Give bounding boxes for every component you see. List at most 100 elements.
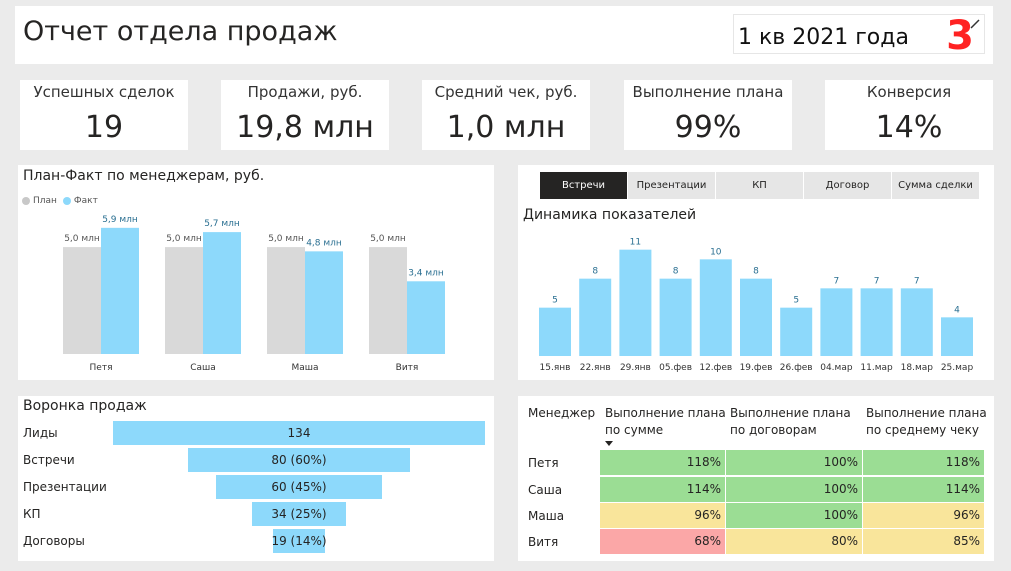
funnel-bar[interactable]: 60 (45%) <box>215 475 383 499</box>
fact-bar[interactable] <box>101 227 139 354</box>
funnel-bar[interactable]: 134 <box>113 421 485 445</box>
cell-by-sum: 114% <box>600 477 725 502</box>
kpi-label: Выполнение плана <box>632 83 784 101</box>
plan-bar[interactable] <box>63 247 101 354</box>
x-tick-label: 22.янв <box>580 363 611 373</box>
dynamics-bar[interactable] <box>740 278 772 356</box>
bar-value-label: 4 <box>954 305 960 315</box>
x-tick-label: 04.мар <box>820 363 853 373</box>
x-tick-label: Маша <box>291 363 318 373</box>
cell-by-sum: 96% <box>600 503 725 528</box>
kpi-value: 1,0 млн <box>446 110 566 145</box>
fact-bar[interactable] <box>203 232 241 354</box>
dynamics-card: Встречи Презентации КП Договор Сумма сде… <box>518 165 994 380</box>
bar-value-label: 7 <box>834 276 840 286</box>
x-tick-label: 11.мар <box>860 363 893 373</box>
dynamics-chart: 5 15.янв 8 22.янв 11 29.янв 8 05.фев 10 12.фев 8 19… <box>539 238 974 373</box>
dynamics-bar[interactable] <box>619 249 652 356</box>
bar-value-label: 7 <box>874 276 880 286</box>
plan-fact-card: План-Факт по менеджерам, руб. План Факт … <box>18 165 494 380</box>
cell-by-contracts: 100% <box>726 450 862 475</box>
dynamics-bar[interactable] <box>699 259 732 356</box>
bar-value-label: 4,8 млн <box>306 238 342 248</box>
bar-value-label: 7 <box>914 276 920 286</box>
report-header: Отчет отдела продаж 1 кв 2021 года 3 <box>15 6 993 64</box>
dynamics-bar[interactable] <box>780 307 813 356</box>
column-header-line: по договорам <box>730 423 817 437</box>
x-tick-label: 25.мар <box>941 363 974 373</box>
plan-bar[interactable] <box>267 247 305 354</box>
bar-value-label: 8 <box>673 267 679 277</box>
x-tick-label: 18.мар <box>901 363 934 373</box>
bar-value-label: 10 <box>710 247 722 257</box>
x-tick-label: Витя <box>396 363 419 373</box>
fact-bar[interactable] <box>305 251 343 354</box>
column-header-manager[interactable]: Менеджер <box>528 405 595 422</box>
bar-value-label: 5 <box>552 296 558 306</box>
funnel-stage-label: Договоры <box>23 534 85 548</box>
cell-by-avg-check: 118% <box>863 450 984 475</box>
cell-by-sum: 68% <box>600 529 725 554</box>
kpi-value: 14% <box>875 110 943 145</box>
kpi-card-plan: Выполнение плана 99% <box>624 80 792 150</box>
x-tick-label: 05.фев <box>659 363 692 373</box>
bar-value-label: 11 <box>630 238 641 248</box>
dynamics-bar[interactable] <box>579 278 612 356</box>
dynamics-bar[interactable] <box>860 288 893 356</box>
row-manager-name: Маша <box>528 509 565 523</box>
funnel-stage-label: Встречи <box>23 453 75 467</box>
page-title: Отчет отдела продаж <box>23 16 338 47</box>
plan-bar[interactable] <box>165 247 203 354</box>
kpi-label: Успешных сделок <box>33 83 175 101</box>
funnel-stage-label: Лиды <box>23 426 58 440</box>
funnel-bar[interactable]: 34 (25%) <box>251 502 347 526</box>
bar-value-label: 5,0 млн <box>370 234 406 244</box>
funnel-stage-label: КП <box>23 507 41 521</box>
x-tick-label: Петя <box>90 363 113 373</box>
x-tick-label: 12.фев <box>699 363 732 373</box>
cell-by-contracts: 100% <box>726 503 862 528</box>
plan-bar[interactable] <box>369 247 407 354</box>
dynamics-bar[interactable] <box>941 317 973 356</box>
row-manager-name: Петя <box>528 456 559 470</box>
dynamics-bar[interactable] <box>820 288 853 356</box>
column-header-by-contracts[interactable]: Выполнение плана по договорам <box>730 405 851 439</box>
funnel-title: Воронка продаж <box>23 398 147 414</box>
funnel-bar[interactable]: 80 (60%) <box>187 448 411 472</box>
x-tick-label: 29.янв <box>620 363 651 373</box>
cell-by-contracts: 80% <box>726 529 862 554</box>
cell-by-avg-check: 114% <box>863 477 984 502</box>
column-header-by-avg-check[interactable]: Выполнение плана по среднему чеку <box>866 405 987 439</box>
sales-funnel-card: Воронка продаж Лиды Встречи Презентации … <box>18 396 494 561</box>
kpi-card-avg-check: Средний чек, руб. 1,0 млн <box>422 80 590 150</box>
column-header-by-sum[interactable]: Выполнение плана по сумме <box>605 405 726 439</box>
kpi-label: Средний чек, руб. <box>434 83 578 101</box>
sort-descending-icon[interactable] <box>605 441 613 446</box>
x-tick-label: 19.фев <box>740 363 773 373</box>
plan-fact-chart: 5,0 млн5,9 млнПетя5,0 млн5,7 млнСаша5,0 … <box>63 215 445 373</box>
kpi-card-conversion: Конверсия 14% <box>825 80 993 150</box>
kpi-label: Продажи, руб. <box>247 83 363 101</box>
fact-bar[interactable] <box>407 281 445 354</box>
row-manager-name: Витя <box>528 535 559 549</box>
bar-value-label: 5 <box>793 296 799 306</box>
chevron-down-icon[interactable] <box>968 17 982 31</box>
dynamics-bar[interactable] <box>900 288 933 356</box>
x-tick-label: 15.янв <box>540 363 571 373</box>
bar-value-label: 8 <box>592 267 598 277</box>
column-header-line: Выполнение плана <box>866 406 987 420</box>
funnel-bar[interactable]: 19 (14%) <box>271 529 327 553</box>
cell-by-sum: 118% <box>600 450 725 475</box>
cell-by-contracts: 100% <box>726 477 862 502</box>
bar-value-label: 8 <box>753 267 759 277</box>
column-header-line: по сумме <box>605 423 664 437</box>
dynamics-bar[interactable] <box>659 278 692 356</box>
kpi-value: 19 <box>84 110 124 145</box>
dynamics-bar[interactable] <box>539 307 571 356</box>
period-selector[interactable]: 1 кв 2021 года 3 <box>733 14 985 58</box>
plan-matrix-card: Менеджер Выполнение плана по сумме Выпол… <box>518 396 994 561</box>
bar-value-label: 3,4 млн <box>408 268 444 278</box>
row-manager-name: Саша <box>528 483 563 497</box>
bar-value-label: 5,0 млн <box>166 234 202 244</box>
bar-value-label: 5,0 млн <box>64 234 100 244</box>
